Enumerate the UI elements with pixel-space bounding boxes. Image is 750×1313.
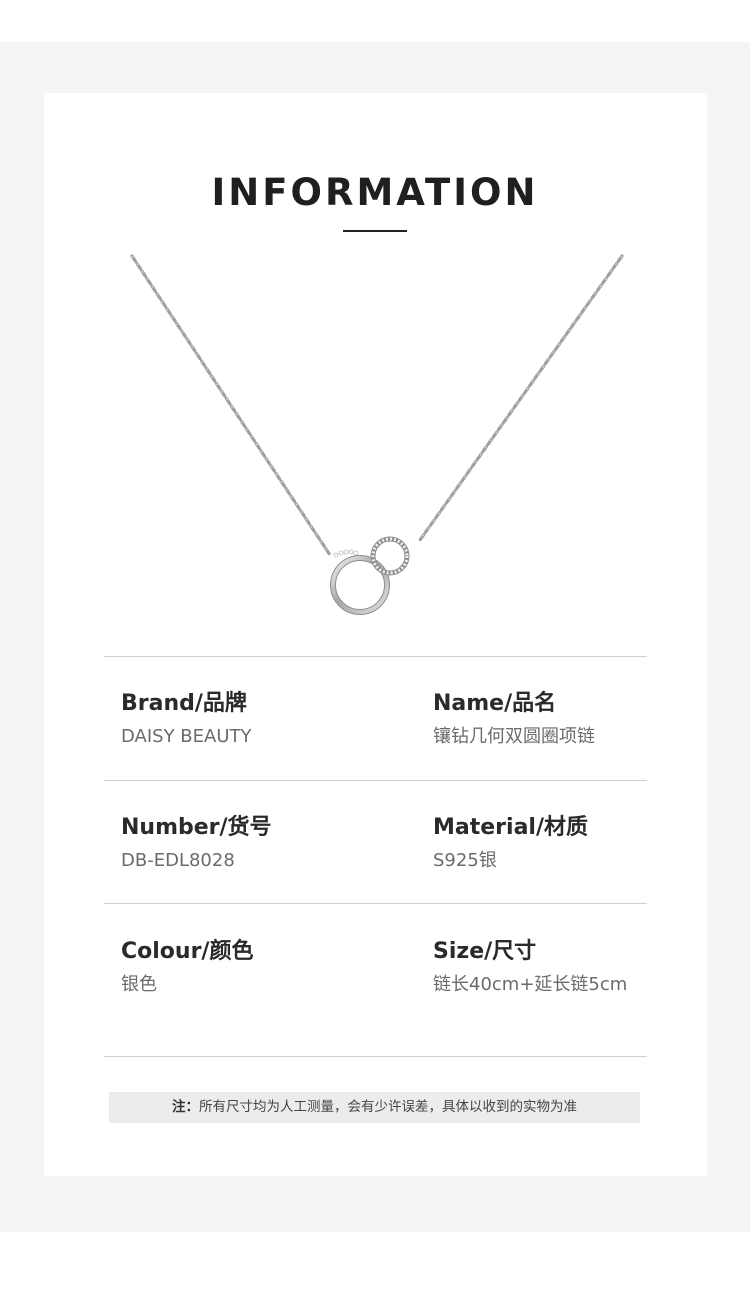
size-label: Size/尺寸 bbox=[433, 939, 537, 964]
brand-value: DAISY BEAUTY bbox=[121, 726, 252, 747]
divider-row-2 bbox=[104, 903, 647, 904]
title-underline bbox=[343, 230, 407, 232]
note-text: 所有尺寸均为人工测量，会有少许误差，具体以收到的实物为准 bbox=[199, 1099, 577, 1115]
divider-bottom bbox=[104, 1056, 647, 1057]
page-title: INFORMATION bbox=[211, 171, 539, 214]
material-value: S925银 bbox=[433, 850, 497, 871]
number-label: Number/货号 bbox=[121, 815, 272, 840]
colour-label: Colour/颜色 bbox=[121, 939, 254, 964]
divider-top bbox=[104, 656, 647, 657]
measurement-note: 注：所有尺寸均为人工测量，会有少许误差，具体以收到的实物为准 bbox=[109, 1092, 640, 1123]
divider-row-1 bbox=[104, 780, 647, 781]
material-label: Material/材质 bbox=[433, 815, 588, 840]
number-value: DB-EDL8028 bbox=[121, 850, 235, 871]
colour-value: 银色 bbox=[121, 974, 157, 995]
necklace-icon bbox=[130, 254, 624, 615]
brand-label: Brand/品牌 bbox=[121, 691, 247, 716]
note-prefix: 注： bbox=[172, 1099, 199, 1115]
size-value: 链长40cm+延长链5cm bbox=[433, 974, 628, 995]
name-label: Name/品名 bbox=[433, 691, 557, 716]
name-value: 镶钻几何双圆圈项链 bbox=[433, 726, 595, 747]
